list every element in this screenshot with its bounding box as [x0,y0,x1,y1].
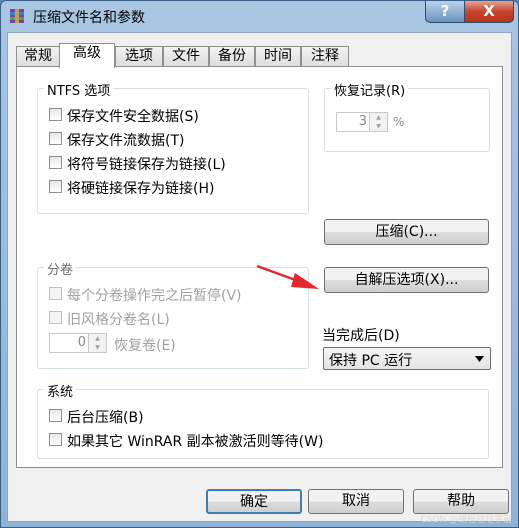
tab-files[interactable]: 文件 [163,46,209,67]
tab-time[interactable]: 时间 [255,46,301,67]
checkbox-box[interactable] [49,287,62,300]
up-arrow-icon[interactable]: ▲ [370,113,387,122]
checkbox-label: 如果其它 WinRAR 副本被激活则等待(W) [67,434,324,450]
tab-advanced[interactable]: 高级 [59,43,115,68]
ntfs-options-group: NTFS 选项 保存文件安全数据(S) 保存文件流数据(T) 将符号链接保存为链… [37,80,309,214]
recovery-volumes-spinner[interactable]: 0 ▲ ▼ [49,333,107,353]
chevron-down-icon [475,356,484,362]
checkbox-box[interactable] [49,180,62,193]
checkbox-label: 将符号链接保存为链接(L) [67,157,226,173]
checkbox-label: 后台压缩(B) [67,410,144,426]
ok-button[interactable]: 确定 [206,489,302,514]
spinner-value: 3 [358,114,367,129]
sfx-options-button[interactable]: 自解压选项(X)... [324,267,489,293]
volume-title: 分卷 [44,259,77,278]
system-group: 系统 后台压缩(B) 如果其它 WinRAR 副本被激活则等待(W) [37,381,489,459]
tab-options[interactable]: 选项 [115,46,163,67]
title-help-button[interactable]: ? [425,1,465,23]
recovery-record-group: 恢复记录(R) 3 ▲ ▼ % [324,80,490,152]
red-arrow-icon [256,264,319,289]
winrar-icon [10,9,24,23]
tab-backup[interactable]: 备份 [209,46,255,67]
checkbox-label: 旧风格分卷名(L) [67,312,170,328]
cancel-button[interactable]: 取消 [308,489,404,514]
recovery-volumes-label: 恢复卷(E) [114,338,176,354]
recovery-record-title: 恢复记录(R) [331,80,409,99]
spinner-value: 0 [77,335,86,350]
tab-comment[interactable]: 注释 [301,46,349,67]
checkbox-box[interactable] [49,156,62,169]
title-bar[interactable]: 压缩文件名和参数 ? X [1,1,518,31]
up-arrow-icon[interactable]: ▲ [89,334,106,343]
watermark: CSDN @编程哒哒宇宙 [420,515,512,525]
when-done-select[interactable]: 保持 PC 运行 [323,347,491,370]
dialog-window: 压缩文件名和参数 ? X 常规 高级 选项 文件 备份 时间 注释 NTFS 选… [0,0,519,528]
percent-unit: % [393,115,405,129]
spinner-arrows[interactable]: ▲ ▼ [369,113,387,131]
system-title: 系统 [44,381,77,400]
ntfs-options-title: NTFS 选项 [44,80,114,99]
checkbox-box[interactable] [49,311,62,324]
down-arrow-icon[interactable]: ▼ [89,343,106,352]
checkbox-box[interactable] [49,108,62,121]
tab-general[interactable]: 常规 [16,46,60,67]
down-arrow-icon[interactable]: ▼ [370,122,387,131]
spinner-arrows[interactable]: ▲ ▼ [88,334,106,352]
when-done-label: 当完成后(D) [322,328,400,344]
checkbox-box[interactable] [49,132,62,145]
checkbox-label: 每个分卷操作完之后暂停(V) [67,288,242,304]
select-value: 保持 PC 运行 [329,353,413,369]
checkbox-label: 保存文件流数据(T) [67,133,185,149]
title-close-button[interactable]: X [464,1,514,23]
checkbox-label: 将硬链接保存为链接(H) [67,181,215,197]
advanced-panel: NTFS 选项 保存文件安全数据(S) 保存文件流数据(T) 将符号链接保存为链… [16,66,503,468]
compress-button[interactable]: 压缩(C)... [324,219,489,245]
checkbox-box[interactable] [49,409,62,422]
window-title: 压缩文件名和参数 [33,10,145,26]
recovery-record-spinner[interactable]: 3 ▲ ▼ [336,112,388,132]
dialog-client: 常规 高级 选项 文件 备份 时间 注释 NTFS 选项 保存文件安全数据(S)… [7,32,512,522]
checkbox-box[interactable] [49,433,62,446]
checkbox-label: 保存文件安全数据(S) [67,109,199,125]
help-button[interactable]: 帮助 [413,489,509,514]
